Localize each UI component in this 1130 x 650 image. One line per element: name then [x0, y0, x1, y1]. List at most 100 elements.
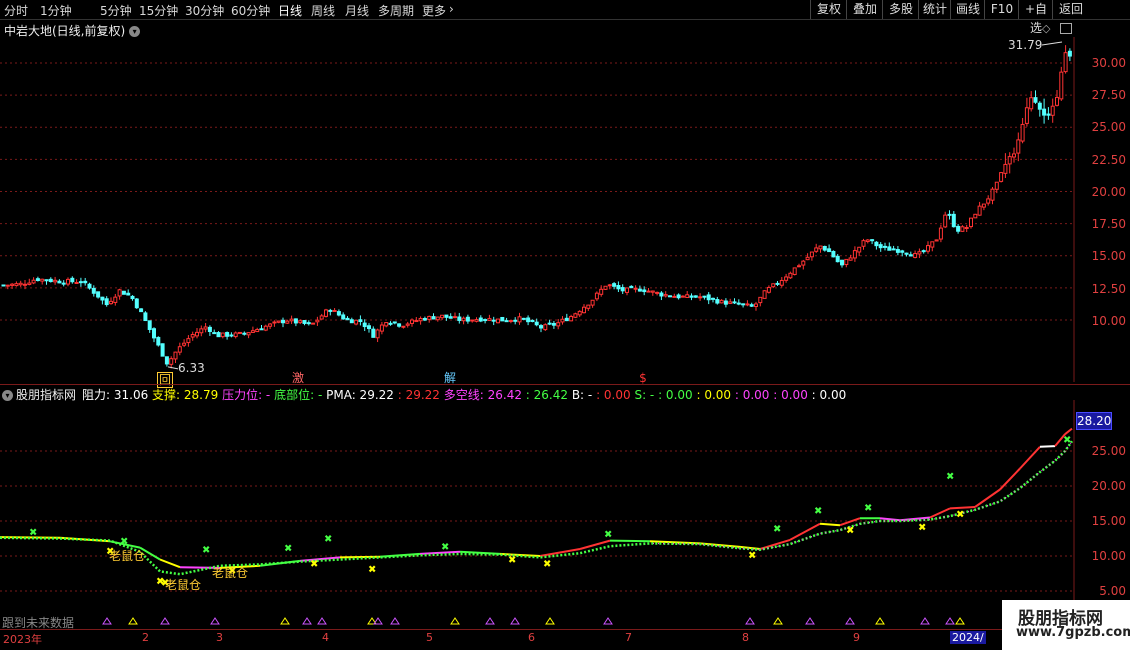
stats-button[interactable]: 统计: [918, 0, 951, 19]
candle-body: [152, 328, 156, 339]
triangle-marker: [510, 617, 520, 625]
candle-body: [113, 296, 118, 303]
candle-body: [216, 332, 221, 338]
candle-body: [539, 325, 543, 329]
buy-marker: ✖: [284, 544, 292, 555]
triangle-marker: [450, 617, 460, 625]
triangle-marker: [160, 617, 170, 625]
candle-body: [367, 325, 371, 330]
candle-body: [521, 317, 526, 320]
candle-body: [1055, 96, 1059, 106]
indicator-chart[interactable]: ✖✖✖ ✖✖✖✖✖✖ ✖✖✖✖✖✖✖✖✖✖ ✖✖✖ ✖✖: [0, 400, 1075, 630]
period-tab-more[interactable]: 更多: [422, 2, 446, 19]
f10-button[interactable]: F10: [984, 0, 1019, 19]
candle-body: [736, 302, 741, 305]
date-tick: 2: [142, 631, 149, 644]
more-arrow-icon[interactable]: ›: [449, 2, 454, 16]
chevron-down-icon[interactable]: ▾: [129, 26, 141, 37]
rat-label: 老鼠仓: [212, 566, 249, 580]
stock-name-label: 中岩大地(日线,前复权): [4, 24, 126, 38]
candle-body: [831, 250, 836, 258]
candle-body: [259, 328, 264, 331]
candle-body: [659, 292, 664, 297]
fuquan-button[interactable]: 复权: [810, 0, 847, 19]
add-watchlist-button[interactable]: +自选: [1018, 0, 1053, 35]
candle-body: [453, 316, 457, 319]
buy-marker: ✖: [29, 528, 37, 539]
candle-body: [999, 172, 1004, 182]
triangle-marker: [317, 617, 327, 625]
candle-body: [775, 282, 780, 285]
candle-body: [87, 283, 92, 289]
period-tab-5min[interactable]: 5分钟: [100, 2, 132, 19]
candle-body: [827, 248, 832, 253]
candle-body: [332, 309, 337, 312]
candle-body: [410, 319, 414, 324]
candle-body: [203, 326, 208, 330]
period-tab-multi[interactable]: 多周期: [378, 2, 414, 19]
indicator-tick: 5.00: [1099, 584, 1126, 598]
candle-body: [371, 328, 376, 338]
triangle-marker: [920, 617, 930, 625]
candle-body: [190, 333, 195, 338]
period-tab-weekly[interactable]: 周线: [311, 2, 335, 19]
candle-body: [1050, 105, 1055, 116]
period-tab-15min[interactable]: 15分钟: [139, 2, 178, 19]
candle-body: [986, 198, 991, 204]
candle-body: [891, 248, 896, 251]
buy-marker: ✖: [604, 530, 612, 541]
period-tab-1min[interactable]: 1分钟: [40, 2, 72, 19]
back-button[interactable]: 返回: [1052, 0, 1089, 19]
period-tab-60min[interactable]: 60分钟: [231, 2, 270, 19]
candle-body: [422, 317, 427, 321]
low-price-label: 6.33: [178, 361, 205, 375]
candle-body: [612, 283, 617, 287]
candle-body: [328, 309, 333, 312]
candle-body: [405, 323, 410, 326]
diamond-icon[interactable]: ◇: [1042, 22, 1050, 35]
rat-label: 老鼠仓: [109, 549, 146, 563]
candle-body: [981, 203, 986, 208]
period-tab-fenshi[interactable]: 分时: [4, 2, 28, 19]
candle-body: [706, 294, 711, 301]
candle-body: [375, 329, 380, 339]
candle-body: [551, 322, 556, 326]
candle-body: [14, 283, 19, 287]
candle-body: [83, 280, 88, 284]
multi-stock-button[interactable]: 多股: [882, 0, 919, 19]
candle-body: [676, 294, 681, 299]
triangle-marker: [302, 617, 312, 625]
candle-body: [840, 259, 844, 266]
candle-body: [633, 287, 638, 290]
period-tab-30min[interactable]: 30分钟: [185, 2, 224, 19]
window-toggle-icon[interactable]: [1060, 23, 1072, 34]
candle-body: [448, 316, 453, 319]
candle-body: [582, 306, 586, 314]
draw-line-button[interactable]: 画线: [950, 0, 985, 19]
candle-body: [31, 279, 36, 284]
indicator-tick: 15.00: [1091, 514, 1126, 528]
candle-body: [526, 317, 531, 323]
period-tab-monthly[interactable]: 月线: [345, 2, 369, 19]
candle-body: [607, 284, 612, 287]
buy-marker: ✖: [864, 503, 872, 514]
triangle-marker: [545, 617, 555, 625]
candle-body: [913, 253, 918, 258]
x-axis-line: [0, 629, 1075, 630]
overlay-button[interactable]: 叠加: [846, 0, 883, 19]
triangle-marker: [485, 617, 495, 625]
candle-body: [397, 323, 402, 327]
period-tab-daily[interactable]: 日线: [278, 2, 302, 19]
buy-marker: ✖: [1063, 435, 1071, 446]
candle-body: [723, 300, 728, 305]
date-tick: 3: [216, 631, 223, 644]
candle-body: [401, 325, 406, 328]
candle-body: [358, 319, 363, 322]
candle-body: [306, 322, 311, 325]
candlestick-chart[interactable]: [0, 37, 1075, 382]
candle-body: [822, 245, 827, 251]
rat-label: 老鼠仓: [165, 578, 202, 592]
candle-body: [680, 295, 685, 298]
triangle-marker: [745, 617, 755, 625]
candle-body: [104, 298, 109, 306]
